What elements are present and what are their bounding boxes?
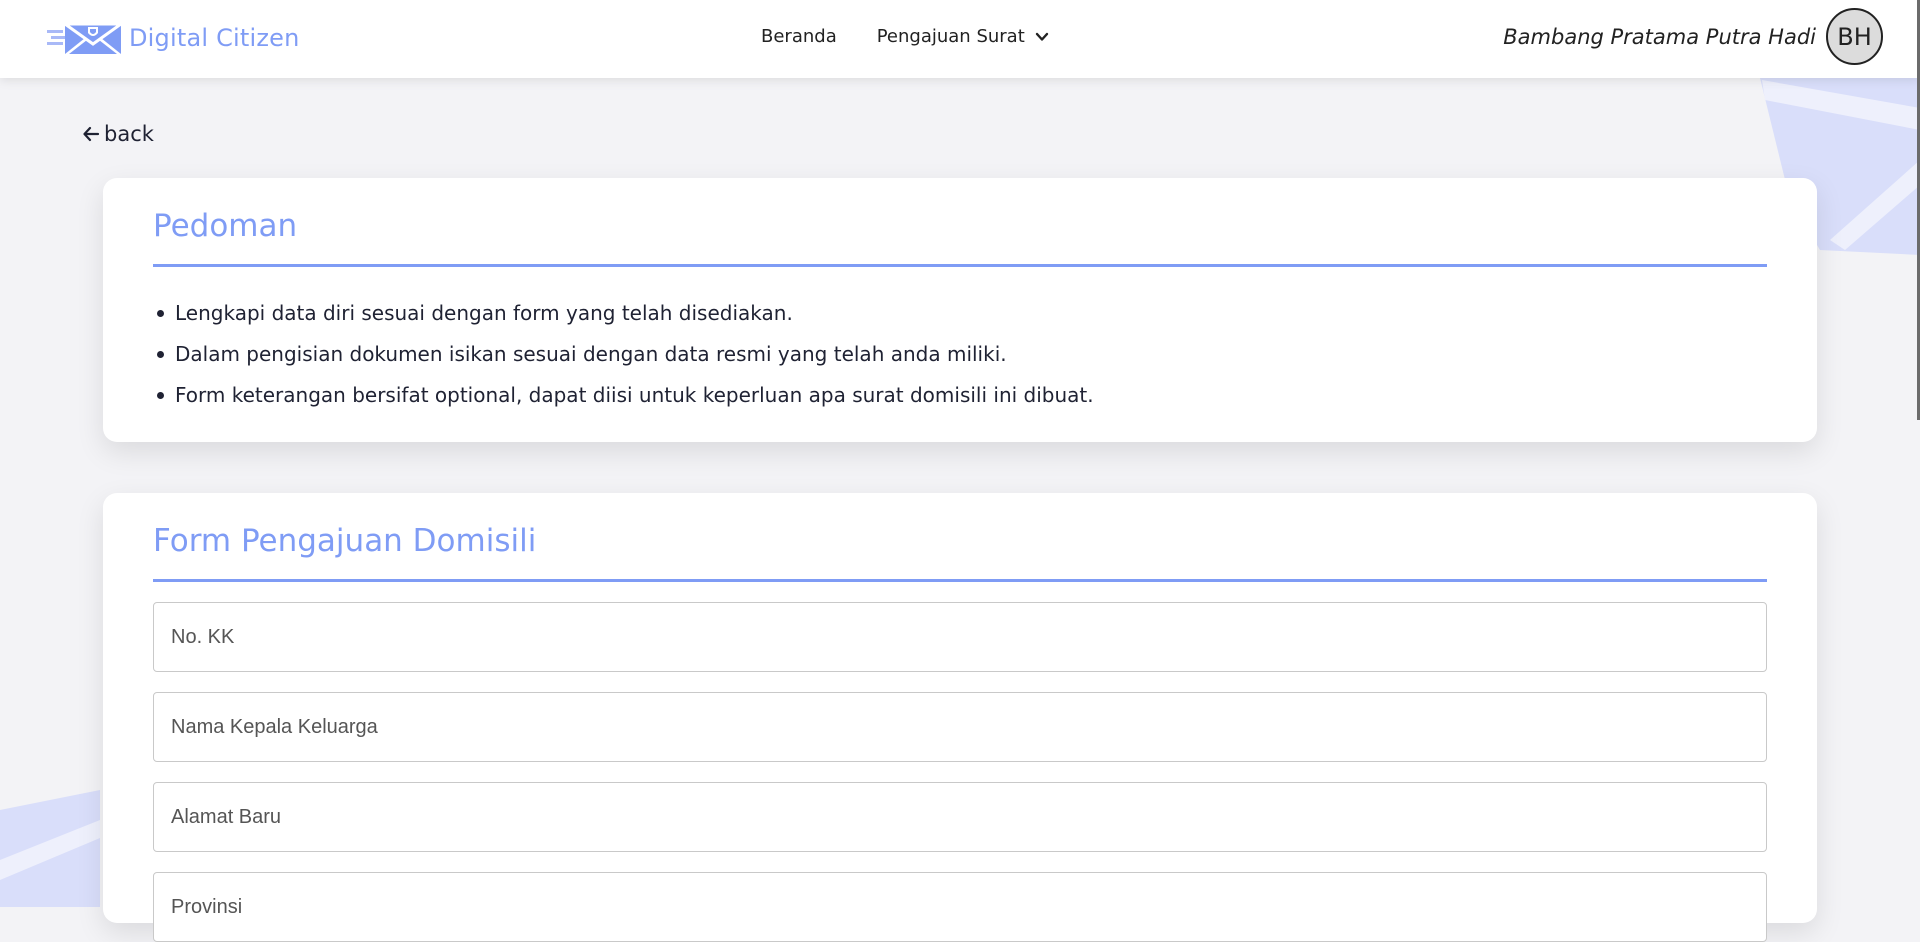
arrow-left-icon bbox=[83, 126, 100, 142]
top-navbar: Digital Citizen Beranda Pengajuan Surat … bbox=[0, 0, 1920, 78]
back-link[interactable]: back bbox=[82, 122, 154, 146]
form-title: Form Pengajuan Domisili bbox=[153, 493, 1767, 582]
guide-item-text: Dalam pengisian dokumen isikan sesuai de… bbox=[175, 342, 1007, 366]
form-fields bbox=[153, 602, 1767, 942]
brand-name: Digital Citizen bbox=[129, 24, 300, 52]
provinsi-input[interactable] bbox=[153, 872, 1767, 942]
guide-item: Dalam pengisian dokumen isikan sesuai de… bbox=[153, 334, 1767, 375]
bullet-icon bbox=[157, 392, 164, 399]
alamat-baru-input[interactable] bbox=[153, 782, 1767, 852]
nav-item-beranda[interactable]: Beranda bbox=[761, 26, 837, 47]
user-menu[interactable]: Bambang Pratama Putra Hadi BH bbox=[1503, 8, 1883, 65]
no-kk-input[interactable] bbox=[153, 602, 1767, 672]
guide-list: Lengkapi data diri sesuai dengan form ya… bbox=[153, 293, 1767, 416]
guide-item-text: Lengkapi data diri sesuai dengan form ya… bbox=[175, 301, 793, 325]
chevron-down-icon bbox=[1035, 32, 1048, 41]
user-name: Bambang Pratama Putra Hadi bbox=[1503, 24, 1816, 49]
bullet-icon bbox=[157, 310, 164, 317]
avatar: BH bbox=[1826, 8, 1883, 65]
back-label: back bbox=[104, 122, 154, 146]
guide-title: Pedoman bbox=[153, 178, 1767, 267]
guide-card: Pedoman Lengkapi data diri sesuai dengan… bbox=[103, 178, 1817, 442]
guide-item: Form keterangan bersifat optional, dapat… bbox=[153, 375, 1767, 416]
brand-home-link[interactable]: Digital Citizen bbox=[47, 18, 300, 58]
envelope-shield-logo-icon bbox=[47, 22, 123, 54]
guide-item-text: Form keterangan bersifat optional, dapat… bbox=[175, 383, 1094, 407]
nama-kepala-keluarga-input[interactable] bbox=[153, 692, 1767, 762]
guide-item: Lengkapi data diri sesuai dengan form ya… bbox=[153, 293, 1767, 334]
page-scrollbar[interactable] bbox=[1916, 0, 1920, 907]
nav-item-pengajuan-surat[interactable]: Pengajuan Surat bbox=[877, 26, 1049, 47]
bullet-icon bbox=[157, 351, 164, 358]
nav-item-label: Pengajuan Surat bbox=[876, 26, 1025, 47]
main-nav: Beranda Pengajuan Surat bbox=[761, 26, 1049, 47]
domicile-form-card: Form Pengajuan Domisili bbox=[103, 493, 1817, 942]
